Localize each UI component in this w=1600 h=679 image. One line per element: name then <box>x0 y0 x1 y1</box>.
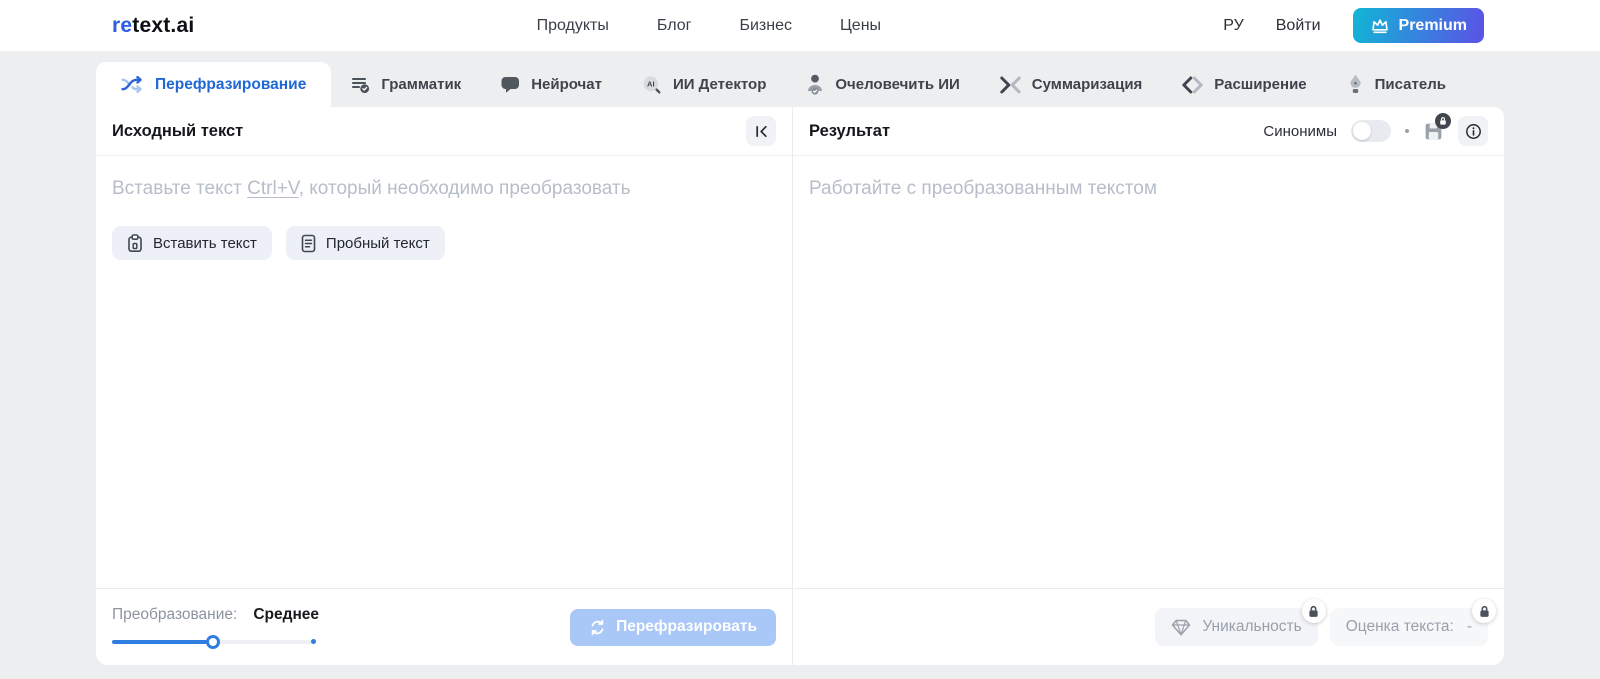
nav-right: РУ Войти Premium <box>1223 8 1484 43</box>
language-selector[interactable]: РУ <box>1223 17 1243 35</box>
humanize-person-icon <box>806 74 824 95</box>
result-placeholder: Работайте с преобразованным текстом <box>809 178 1157 199</box>
tab-writer[interactable]: Писатель <box>1327 62 1466 107</box>
top-navbar: retext.ai Продукты Блог Бизнес Цены РУ В… <box>0 0 1600 52</box>
result-header-controls: Синонимы <box>1263 112 1488 146</box>
clipboard-icon <box>127 233 143 253</box>
tab-label: Суммаризация <box>1031 76 1143 93</box>
slider-end-dot <box>311 639 316 644</box>
tab-summarize[interactable]: Суммаризация <box>980 62 1163 107</box>
tab-label: Писатель <box>1374 76 1446 93</box>
transform-value: Среднее <box>253 605 320 623</box>
shuffle-icon <box>121 76 144 93</box>
pen-nib-icon <box>1347 74 1364 95</box>
source-panel-footer: Преобразование: Среднее Перефразировать <box>96 588 792 665</box>
logo[interactable]: retext.ai <box>112 14 194 38</box>
tab-expand[interactable]: Расширение <box>1162 62 1326 107</box>
refresh-icon <box>589 619 606 636</box>
lock-badge-icon <box>1472 599 1496 623</box>
save-result-button[interactable] <box>1423 112 1451 142</box>
collapse-left-icon <box>754 124 769 139</box>
transform-label: Преобразование: <box>112 605 238 623</box>
toggle-knob <box>1353 122 1371 140</box>
result-panel: Результат Синонимы Работайте с преобразо… <box>793 107 1504 665</box>
expand-arrows-icon <box>1182 76 1203 94</box>
text-score-chip[interactable]: Оценка текста: - <box>1329 599 1496 646</box>
chat-bubble-icon <box>501 76 520 94</box>
premium-button[interactable]: Premium <box>1352 8 1484 43</box>
nav-link-blog[interactable]: Блог <box>657 17 692 35</box>
tool-tabs: Перефразирование Грамматик Нейрочат AI И… <box>96 62 1504 107</box>
logo-rest: text.ai <box>132 13 195 37</box>
info-button[interactable] <box>1458 116 1488 146</box>
placeholder-text: Вставьте текст <box>112 178 248 199</box>
paste-text-button[interactable]: Вставить текст <box>112 226 272 260</box>
synonyms-toggle[interactable] <box>1351 120 1391 142</box>
sample-text-button[interactable]: Пробный текст <box>285 226 445 260</box>
info-icon <box>1465 123 1482 140</box>
document-icon <box>301 234 316 253</box>
summarize-arrows-icon <box>1000 76 1021 94</box>
diamond-icon <box>1171 619 1191 636</box>
sample-text-label: Пробный текст <box>325 234 430 252</box>
tab-label: ИИ Детектор <box>672 76 767 93</box>
result-panel-footer: Уникальность Оценка текста: - <box>793 588 1504 665</box>
score-label: Оценка текста: <box>1345 618 1454 635</box>
separator-dot <box>1405 129 1409 133</box>
result-panel-title: Результат <box>809 121 891 140</box>
nav-link-business[interactable]: Бизнес <box>739 17 792 35</box>
tab-label: Грамматик <box>381 76 462 93</box>
nav-link-products[interactable]: Продукты <box>537 17 609 35</box>
source-panel-title: Исходный текст <box>112 121 244 140</box>
tab-label: Очеловечить ИИ <box>835 76 960 93</box>
grammar-check-icon <box>351 75 370 94</box>
source-placeholder: Вставьте текст Ctrl+V, который необходим… <box>112 178 776 200</box>
crown-icon <box>1370 17 1390 34</box>
paraphrase-button[interactable]: Перефразировать <box>570 608 776 646</box>
tab-ai-detector[interactable]: AI ИИ Детектор <box>622 62 786 107</box>
tab-humanize[interactable]: Очеловечить ИИ <box>786 62 979 107</box>
ai-detector-icon: AI <box>642 75 662 95</box>
source-panel: Исходный текст Вставьте текст Ctrl+V, ко… <box>96 107 793 665</box>
source-actions: Вставить текст Пробный текст <box>112 226 776 260</box>
transform-slider-knob[interactable] <box>205 634 220 649</box>
transform-slider[interactable] <box>112 634 316 649</box>
premium-label: Premium <box>1398 16 1467 34</box>
logo-re: re <box>112 13 133 37</box>
lock-badge-icon <box>1301 599 1326 623</box>
paraphrase-label: Перефразировать <box>616 618 757 635</box>
nav-links: Продукты Блог Бизнес Цены <box>194 17 1223 35</box>
result-panel-header: Результат Синонимы <box>793 107 1504 156</box>
lock-badge-icon <box>1435 112 1451 129</box>
source-panel-header: Исходный текст <box>96 107 792 156</box>
score-value: - <box>1466 618 1472 635</box>
tab-grammar[interactable]: Грамматик <box>331 62 481 107</box>
workspace: Исходный текст Вставьте текст Ctrl+V, ко… <box>96 107 1504 665</box>
svg-text:AI: AI <box>647 79 655 88</box>
tab-paraphrase[interactable]: Перефразирование <box>96 62 332 107</box>
transform-slider-fill <box>112 639 213 644</box>
placeholder-text: , который необходимо преобразовать <box>298 178 631 199</box>
tab-label: Нейрочат <box>531 76 602 93</box>
tab-label: Перефразирование <box>155 75 307 93</box>
uniqueness-button[interactable]: Уникальность <box>1155 599 1326 646</box>
result-text-area[interactable]: Работайте с преобразованным текстом <box>793 156 1504 588</box>
paste-text-label: Вставить текст <box>153 234 257 252</box>
tab-neurochat[interactable]: Нейрочат <box>481 62 622 107</box>
uniqueness-label: Уникальность <box>1202 618 1302 635</box>
transform-control: Преобразование: Среднее <box>112 606 319 649</box>
source-text-editor[interactable]: Вставьте текст Ctrl+V, который необходим… <box>96 156 792 588</box>
tab-label: Расширение <box>1214 76 1307 93</box>
login-link[interactable]: Войти <box>1276 17 1321 35</box>
collapse-panel-button[interactable] <box>746 116 776 146</box>
ctrl-v-hint: Ctrl+V <box>247 178 299 199</box>
synonyms-label: Синонимы <box>1263 122 1337 140</box>
nav-link-pricing[interactable]: Цены <box>840 17 881 35</box>
